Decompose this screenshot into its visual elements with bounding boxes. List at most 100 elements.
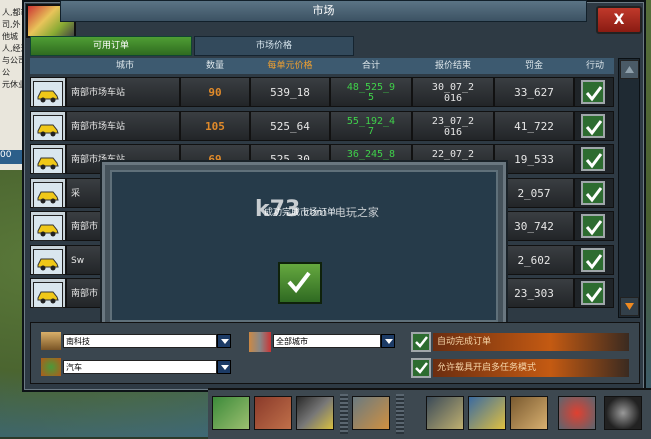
company-select[interactable]: 南科技 (63, 334, 217, 348)
city-name: 南部市场车站 (71, 121, 126, 132)
building-tool-button[interactable] (254, 396, 292, 430)
scroll-up-button[interactable] (620, 60, 639, 79)
offer-end-value: 23_07_2 016 (413, 112, 493, 142)
city-cell: 南部市场车站 (66, 77, 180, 107)
action-cell (574, 144, 614, 174)
taxi-icon (37, 258, 59, 270)
action-cell (574, 77, 614, 107)
vehicle-thumb (33, 248, 63, 275)
total-line-2: 7 (367, 125, 375, 137)
tab-available-orders[interactable]: 可用订单 (30, 36, 192, 56)
vehicle-select-arrow[interactable] (217, 360, 231, 374)
scroll-down-button[interactable] (620, 297, 639, 316)
total-cell: 48_525_9 5 (330, 77, 412, 107)
alert-button[interactable] (558, 396, 596, 430)
table-scrollbar[interactable] (618, 58, 640, 318)
penalty-cell: 33_627 (494, 77, 574, 107)
tab-market-prices[interactable]: 市场价格 (194, 36, 354, 56)
action-cell (574, 110, 614, 141)
confirm-ok-button[interactable] (278, 262, 322, 304)
road-tool-button[interactable] (296, 396, 334, 430)
column-header-offer-end: 报价结束 (434, 61, 471, 71)
offer-end-line-1: 22_07_2 (431, 149, 475, 160)
city-name: 南部市场车站 (71, 88, 126, 98)
company-icon (41, 332, 61, 350)
multitask-checkbox[interactable] (411, 358, 431, 378)
unit-price-cell: 525_64 (250, 110, 330, 141)
filter-panel: 南科技 汽车 全部城市 自动完成订单 允许载具开启多任务模式 (30, 322, 640, 384)
auto-complete-checkbox[interactable] (411, 332, 431, 352)
penalty-value: 41_722 (514, 119, 554, 133)
city-select[interactable]: 全部城市 (273, 334, 381, 348)
vehicle-select[interactable]: 汽车 (63, 360, 217, 374)
accept-order-button[interactable] (581, 147, 605, 171)
quantity-cell: 90 (180, 77, 250, 107)
total-cell: 55_192_4 7 (330, 110, 412, 142)
penalty-cell: 41_722 (494, 110, 574, 141)
offer-end-cell: 30_07_2 016 (412, 77, 494, 107)
city-select-arrow[interactable] (381, 334, 395, 348)
city-icon (249, 332, 271, 352)
offer-end-line-1: 30_07_2 (431, 82, 475, 93)
total-value: 48_525_9 5 (331, 78, 411, 108)
vehicle-cell (30, 278, 66, 308)
main-toolbar (208, 388, 651, 439)
table-row: 南部市场车站 105 525_64 55_192_4 7 23_07_2 016 41_722 (30, 110, 614, 142)
orders-table-header: 城市 数量 每单元价格 合计 报价结束 罚金 行动 (30, 58, 614, 74)
accept-order-button[interactable] (581, 113, 605, 138)
total-line-1: 36_245_8 (346, 149, 396, 160)
report-button[interactable] (426, 396, 464, 430)
total-line-2: 5 (367, 92, 375, 103)
vehicle-thumb (33, 215, 63, 241)
checkmark-icon (585, 86, 603, 102)
penalty-value: 33_627 (514, 86, 554, 99)
total-value: 55_192_4 7 (331, 112, 411, 142)
taxi-icon (37, 191, 59, 203)
map-tool-button[interactable] (212, 396, 250, 430)
checkmark-icon (287, 271, 311, 294)
vehicle-icon (41, 358, 61, 376)
unit-price-value: 525_64 (270, 119, 310, 133)
accept-order-button[interactable] (581, 247, 605, 272)
offer-end-cell: 23_07_2 016 (412, 110, 494, 142)
tire-button[interactable] (604, 396, 642, 430)
left-panel-line: 司,外 (2, 20, 21, 29)
offer-end-value: 30_07_2 016 (413, 78, 493, 108)
vehicle-thumb (33, 181, 63, 208)
close-button[interactable]: X (596, 6, 642, 34)
quantity-cell: 105 (180, 110, 250, 141)
taxi-icon (37, 224, 59, 237)
action-cell (574, 177, 614, 208)
watermark-logo: k73 (255, 197, 301, 222)
taxi-icon (37, 291, 59, 304)
taxi-icon (37, 124, 59, 136)
accept-order-button[interactable] (581, 80, 605, 104)
site-watermark: k73.com 电玩之家 (255, 197, 435, 237)
checkmark-icon (585, 253, 603, 269)
company-select-arrow[interactable] (217, 334, 231, 348)
quantity-value: 105 (205, 119, 225, 133)
action-cell (574, 278, 614, 308)
watermark-domain: .com (300, 206, 328, 219)
checkmark-icon (415, 362, 428, 374)
storage-button[interactable] (510, 396, 548, 430)
accept-order-button[interactable] (581, 214, 605, 238)
accept-order-button[interactable] (581, 180, 605, 205)
taxi-icon (37, 90, 59, 103)
vehicle-thumb (33, 282, 63, 308)
chart-button[interactable] (468, 396, 506, 430)
offer-end-line-2: 016 (443, 93, 463, 104)
accept-order-button[interactable] (581, 281, 605, 305)
tools-button[interactable] (352, 396, 390, 430)
vehicle-thumb (33, 81, 63, 107)
column-header-action: 行动 (585, 61, 604, 71)
offer-end-line-1: 23_07_2 (431, 115, 475, 127)
action-cell (574, 244, 614, 275)
taxi-icon (37, 157, 59, 170)
city-cell: 南部市场车站 (66, 110, 180, 141)
vehicle-cell (30, 211, 66, 241)
toolbar-separator (340, 394, 348, 434)
column-header-penalty: 罚金 (524, 61, 543, 71)
checkmark-icon (585, 287, 603, 303)
auto-complete-label: 自动完成订单 (433, 333, 629, 351)
